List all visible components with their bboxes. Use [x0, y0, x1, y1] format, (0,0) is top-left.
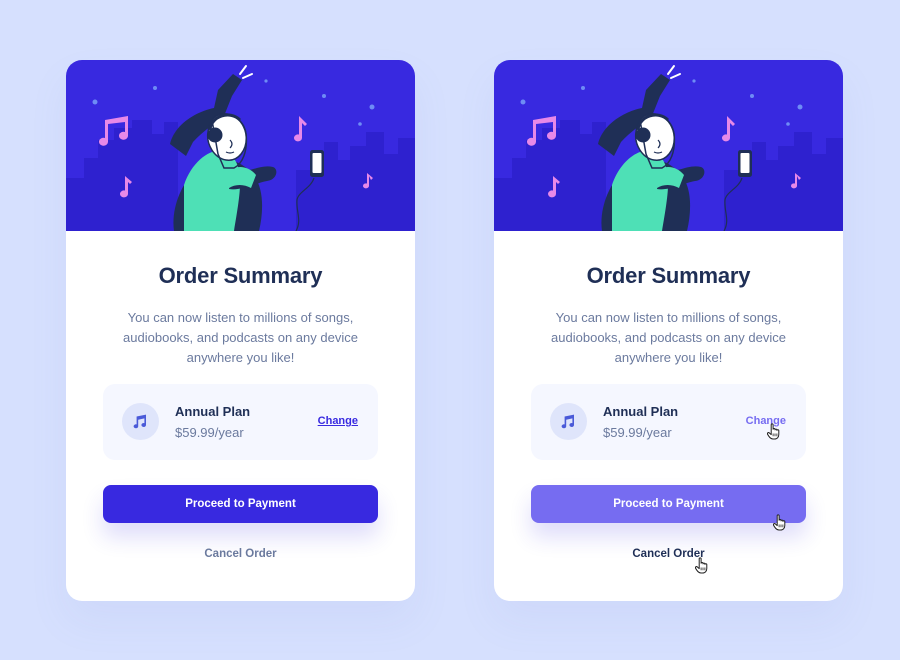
hand-pointer-icon	[695, 557, 709, 574]
change-plan-link[interactable]: Change	[318, 415, 358, 427]
card-title: Order Summary	[158, 263, 323, 288]
order-summary-card: Order Summary You can now listen to mill…	[66, 60, 415, 601]
proceed-to-payment-button[interactable]: Proceed to Payment	[103, 485, 378, 523]
hand-pointer-icon	[767, 423, 781, 440]
plan-price: $59.99/year	[175, 425, 244, 440]
order-summary-card-hover-state: Order Summary You can now listen to mill…	[494, 60, 843, 601]
card-description: You can now listen to millions of songs,…	[551, 310, 786, 365]
card-title: Order Summary	[586, 263, 751, 288]
music-note-icon	[122, 403, 159, 440]
hero-illustration	[66, 60, 415, 231]
plan-box: Annual Plan $59.99/year Change	[103, 384, 378, 460]
cancel-order-button[interactable]: Cancel Order	[66, 548, 415, 560]
music-note-icon	[550, 403, 587, 440]
plan-price: $59.99/year	[603, 425, 672, 440]
hero-illustration	[494, 60, 843, 231]
card-description: You can now listen to millions of songs,…	[123, 310, 358, 365]
plan-name: Annual Plan	[603, 404, 679, 419]
plan-name: Annual Plan	[175, 404, 251, 419]
proceed-to-payment-button[interactable]: Proceed to Payment	[531, 485, 806, 523]
cancel-order-button[interactable]: Cancel Order	[494, 548, 843, 560]
plan-box: Annual Plan $59.99/year Change	[531, 384, 806, 460]
hand-pointer-icon	[773, 514, 787, 531]
